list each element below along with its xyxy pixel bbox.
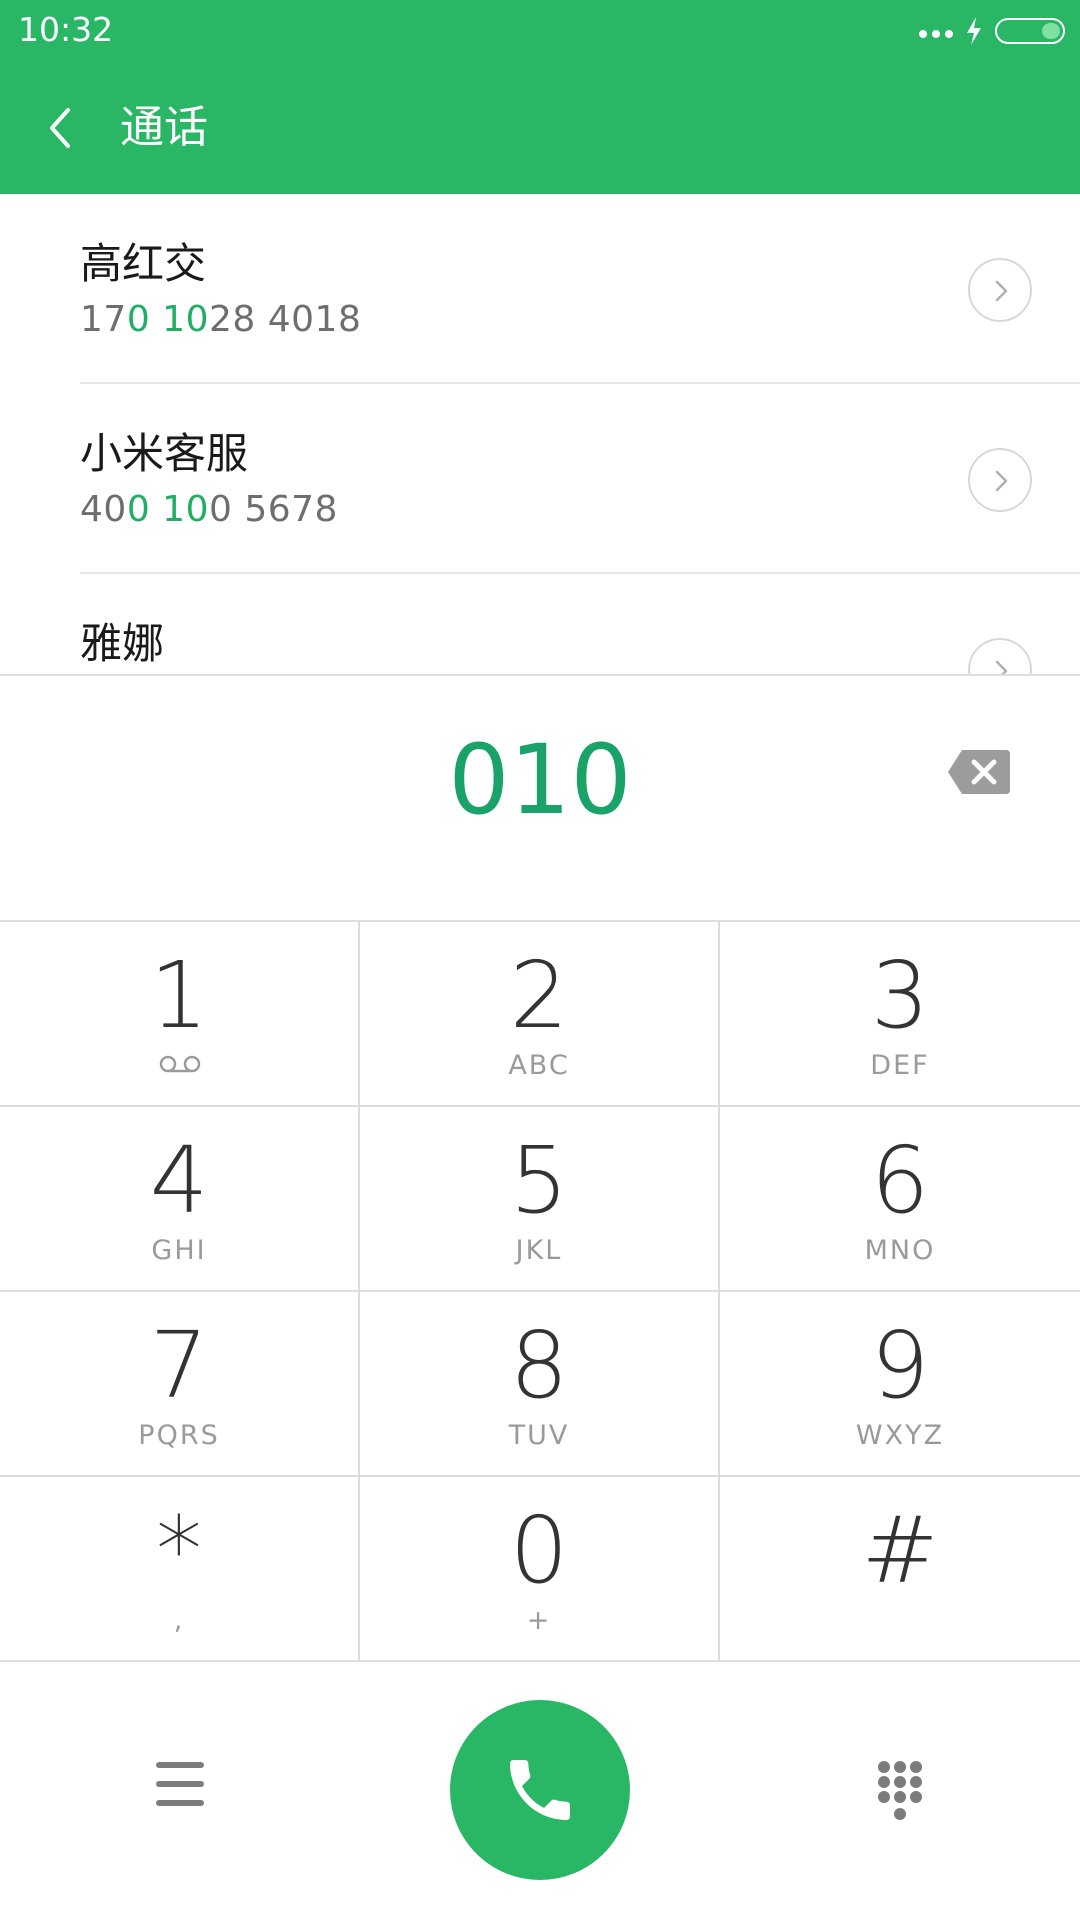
number-match-highlight: 10: [162, 299, 209, 340]
key-digit: 1: [149, 942, 209, 1049]
key-digit: 4: [149, 1127, 209, 1234]
number-segment: 40: [80, 489, 127, 530]
key-0[interactable]: 0 +: [360, 1477, 720, 1662]
status-time: 10:32: [18, 10, 114, 49]
key-letters: +: [526, 1605, 552, 1636]
key-digit: #: [861, 1497, 939, 1604]
number-match-highlight: 10: [162, 489, 209, 530]
dialpad-icon: [878, 1761, 922, 1820]
voicemail-icon: [158, 1054, 202, 1078]
key-5[interactable]: 5 JKL: [360, 1107, 720, 1292]
key-digit: 6: [870, 1127, 930, 1234]
key-letters: JKL: [515, 1235, 563, 1266]
list-divider: [0, 674, 1080, 676]
contact-detail-button[interactable]: [968, 258, 1032, 322]
status-icons: [919, 16, 1065, 46]
key-4[interactable]: 4 GHI: [0, 1107, 360, 1292]
contact-detail-button[interactable]: [968, 448, 1032, 512]
key-6[interactable]: 6 MNO: [720, 1107, 1080, 1292]
key-letters: TUV: [508, 1420, 570, 1451]
contact-number: 170 1028 4018: [80, 298, 361, 342]
battery-icon: [995, 18, 1065, 44]
call-button[interactable]: [450, 1700, 630, 1880]
back-button[interactable]: [40, 100, 80, 156]
page-title: 通话: [120, 102, 208, 153]
number-segment: [150, 489, 162, 530]
number-segment: [150, 299, 162, 340]
key-letters: ,: [173, 1605, 185, 1636]
contact-suggestions-list: 高红交 170 1028 4018 小米客服 400 100 5678 雅娜: [0, 194, 1080, 676]
charging-icon: [967, 17, 981, 45]
contact-row[interactable]: 雅娜: [0, 574, 1080, 676]
contact-number: 400 100 5678: [80, 488, 338, 532]
number-segment: 28 4018: [208, 299, 362, 340]
contact-name: 雅娜: [80, 619, 165, 668]
number-match-highlight: 0: [126, 489, 151, 530]
key-2[interactable]: 2 ABC: [360, 922, 720, 1107]
dial-keypad: 1 2 ABC 3 DEF 4 GHI 5 JKL 6 MNO 7 PQRS 8 TUV 9 WXYZ *, 0 + #: [0, 920, 1080, 1662]
key-digit: 8: [509, 1312, 569, 1419]
key-star[interactable]: *,: [0, 1477, 360, 1662]
key-9[interactable]: 9 WXYZ: [720, 1292, 1080, 1477]
key-letters: PQRS: [138, 1420, 220, 1451]
key-letters: ABC: [508, 1050, 570, 1081]
key-3[interactable]: 3 DEF: [720, 922, 1080, 1107]
contact-row[interactable]: 高红交 170 1028 4018: [0, 194, 1080, 384]
number-segment: 0 5678: [208, 489, 338, 530]
key-digit: *: [156, 1497, 202, 1604]
dialpad-toggle-button[interactable]: [876, 1760, 924, 1822]
backspace-icon: [948, 750, 1010, 794]
chevron-right-icon: [995, 280, 1008, 302]
key-digit: 5: [509, 1127, 569, 1234]
chevron-right-icon: [995, 470, 1008, 492]
key-7[interactable]: 7 PQRS: [0, 1292, 360, 1477]
key-letters: DEF: [870, 1050, 930, 1081]
key-digit: 7: [149, 1312, 209, 1419]
key-hash[interactable]: #: [720, 1477, 1080, 1662]
menu-icon: [156, 1762, 204, 1768]
key-digit: 0: [509, 1497, 569, 1604]
backspace-button[interactable]: [946, 748, 1012, 796]
number-segment: 17: [80, 299, 127, 340]
contact-name: 高红交: [80, 239, 207, 288]
key-8[interactable]: 8 TUV: [360, 1292, 720, 1477]
phone-icon: [510, 1760, 570, 1820]
key-letters: GHI: [151, 1235, 207, 1266]
top-bar: 10:32 通话: [0, 0, 1080, 194]
chevron-left-icon: [50, 108, 70, 148]
key-digit: 2: [509, 942, 569, 1049]
contact-row[interactable]: 小米客服 400 100 5678: [0, 384, 1080, 574]
more-notifications-icon: [919, 30, 953, 38]
key-1[interactable]: 1: [0, 922, 360, 1107]
number-match-highlight: 0: [126, 299, 151, 340]
contact-name: 小米客服: [80, 429, 249, 478]
key-letters: MNO: [864, 1235, 936, 1266]
key-digit: 3: [870, 942, 930, 1049]
key-letters: WXYZ: [855, 1420, 945, 1451]
key-digit: 9: [870, 1312, 930, 1419]
dialed-number: 010: [448, 724, 632, 836]
contact-detail-button[interactable]: [968, 638, 1032, 676]
menu-button[interactable]: [156, 1762, 204, 1806]
